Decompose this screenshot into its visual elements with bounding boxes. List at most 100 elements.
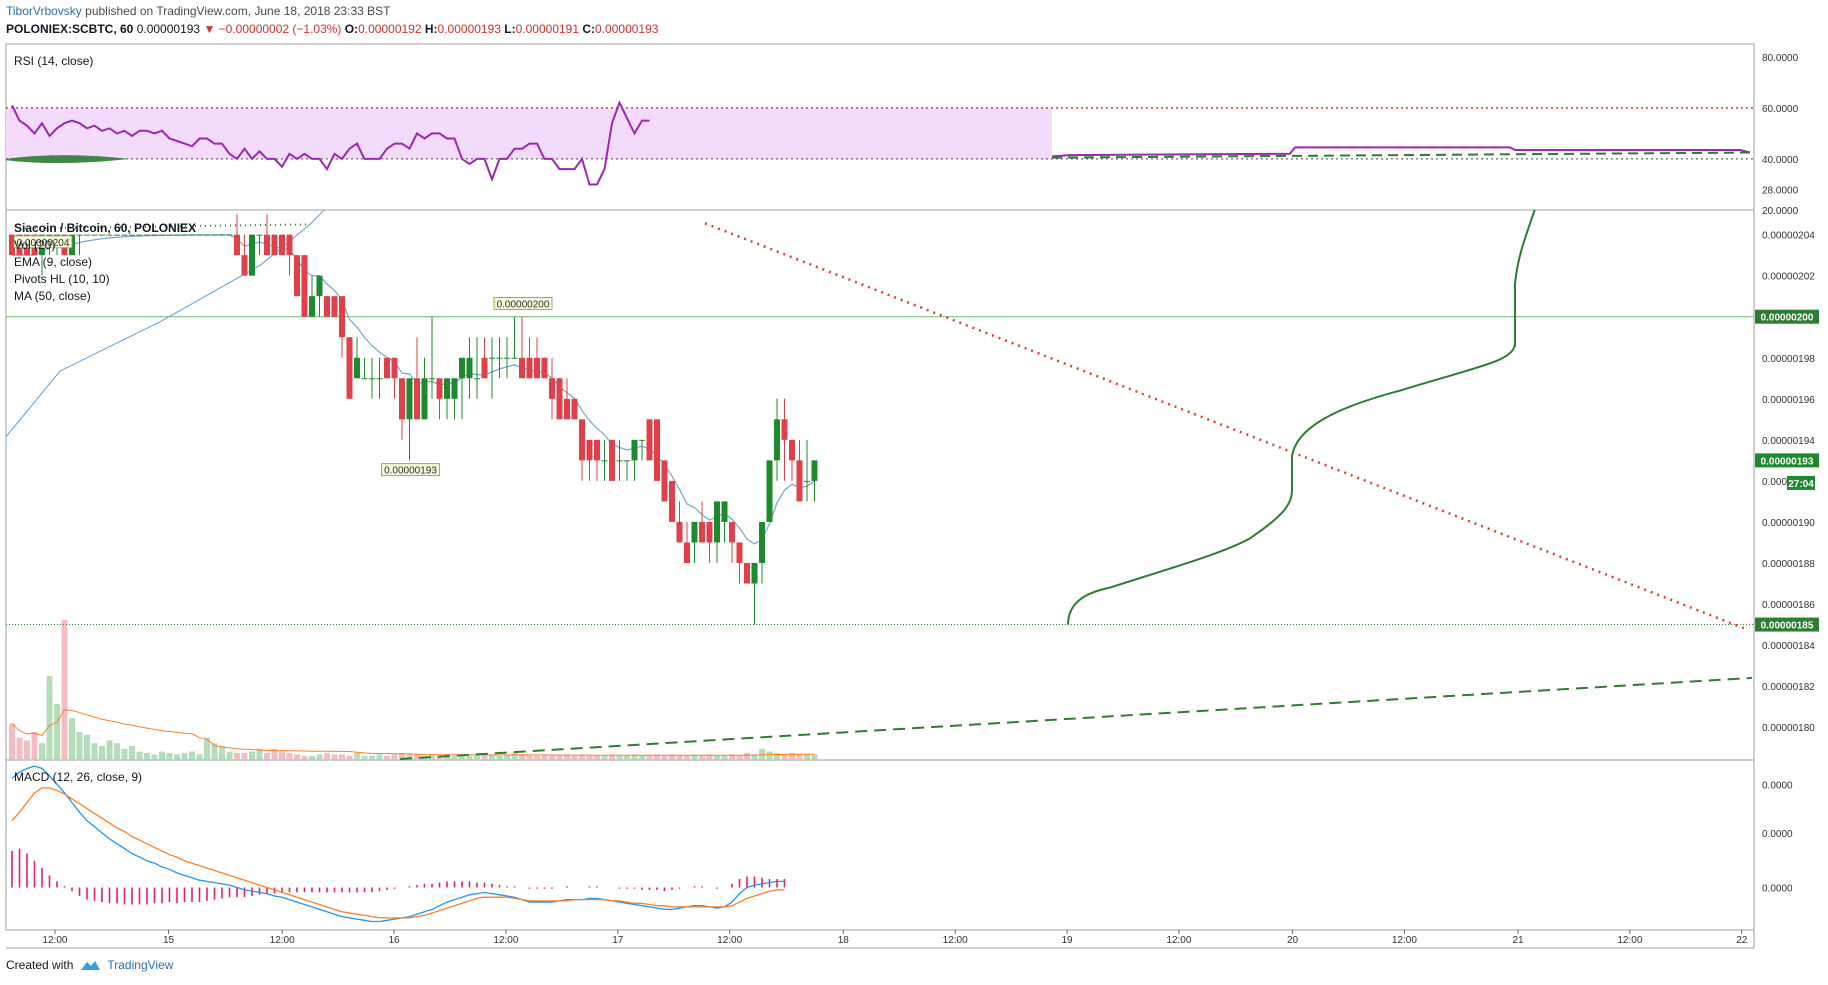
candle-body xyxy=(564,398,570,420)
candle-body xyxy=(504,357,510,359)
volume-bar xyxy=(309,755,315,760)
candle-body xyxy=(714,501,720,543)
volume-bar xyxy=(624,755,630,760)
volume-bar xyxy=(31,732,38,760)
time-tick-label: 16 xyxy=(388,935,400,946)
volume-bar xyxy=(324,753,330,760)
candle-body xyxy=(721,501,728,522)
candle-body xyxy=(609,439,615,481)
candle-body xyxy=(669,480,675,522)
price-tick-label: 0.00000184 xyxy=(1762,641,1815,652)
candle-body xyxy=(339,296,345,338)
candle-body xyxy=(646,419,653,461)
price-panel[interactable]: 0.000002040.000001930.00000200 xyxy=(6,194,1754,760)
volume-bar xyxy=(346,755,353,760)
candle-body xyxy=(684,542,690,563)
volume-bar xyxy=(91,743,98,760)
volume-bar xyxy=(481,755,488,760)
rsi-panel[interactable] xyxy=(6,100,1754,186)
candle-body xyxy=(369,378,375,380)
macd-line xyxy=(11,765,785,923)
candle-body xyxy=(579,419,585,461)
volume-bar xyxy=(616,755,623,760)
price-tick-label: 0.00000194 xyxy=(1762,436,1815,447)
candle-body xyxy=(601,460,608,462)
candle-body xyxy=(211,234,218,236)
volume-bar xyxy=(594,755,600,760)
time-tick-label: 12:00 xyxy=(1392,935,1417,946)
volume-bar xyxy=(234,753,240,760)
volume-bar xyxy=(114,743,120,760)
macd-panel[interactable] xyxy=(11,765,786,923)
candle-body xyxy=(399,378,405,420)
candle-body xyxy=(241,255,248,276)
tradingview-brand[interactable]: TradingView xyxy=(107,958,173,972)
rsi-extension-line xyxy=(1051,146,1751,158)
projection-curve xyxy=(1067,210,1536,625)
candle-body xyxy=(309,296,315,317)
volume-bar xyxy=(16,737,23,760)
volume-bar xyxy=(354,753,360,760)
volume-bar xyxy=(766,751,773,760)
volume-bar xyxy=(676,755,683,760)
volume-bar xyxy=(264,753,270,760)
volume-bar xyxy=(294,754,300,760)
candle-body xyxy=(534,357,540,379)
pivot-label: 0.00000200 xyxy=(497,299,550,310)
panel-frame-2 xyxy=(5,759,1755,931)
rsi-tick-label: 28.0000 xyxy=(1762,186,1799,197)
volume-bar xyxy=(391,754,398,760)
volume-bar xyxy=(586,755,593,760)
volume-bar xyxy=(196,754,203,760)
volume-bar xyxy=(136,751,143,760)
volume-bar xyxy=(466,755,473,760)
candle-body xyxy=(594,439,600,461)
price-tick-label: 0.00000198 xyxy=(1762,354,1815,365)
candle-body xyxy=(421,378,428,420)
price-tick-label: 0.00000182 xyxy=(1762,682,1815,693)
volume-bar xyxy=(99,746,105,760)
ema-line xyxy=(12,234,815,545)
candle-body xyxy=(511,357,518,359)
volume-bar xyxy=(61,620,68,760)
candle-body xyxy=(489,357,495,359)
time-tick-label: 21 xyxy=(1512,935,1524,946)
rising-trendline xyxy=(399,676,1753,760)
volume-bar xyxy=(511,753,518,760)
rsi-tick-label: 60.0000 xyxy=(1762,104,1799,115)
candle-body xyxy=(744,562,750,584)
candle-body xyxy=(294,255,300,297)
candle-body xyxy=(691,521,698,543)
volume-bar xyxy=(331,754,338,760)
time-tick-label: 12:00 xyxy=(493,935,518,946)
volume-bar xyxy=(639,755,645,760)
rsi-tick-label: 20.0000 xyxy=(1762,206,1799,217)
time-tick-label: 12:00 xyxy=(943,935,968,946)
price-badge-label: 0.00000185 xyxy=(1761,621,1814,632)
volume-bar xyxy=(549,755,555,760)
volume-bar xyxy=(534,755,540,760)
volume-bar xyxy=(24,740,30,760)
volume-bar xyxy=(151,754,158,760)
price-tick-label: 0.00000204 xyxy=(1762,231,1815,242)
price-axis[interactable]: 80.0000 60.0000 40.0000 28.0000 20.0000 0.000… xyxy=(1755,53,1819,895)
volume-bar xyxy=(384,755,390,760)
candle-body xyxy=(234,234,240,256)
time-axis[interactable]: 12:00 15 12:00 16 12:00 17 12:00 18 12:00 19 12:00… xyxy=(42,930,1748,946)
volume-bar xyxy=(684,755,690,760)
candle-body xyxy=(811,460,818,481)
price-tick-label: 0.00000196 xyxy=(1762,395,1815,406)
candle-body xyxy=(459,357,465,379)
candle-body xyxy=(196,234,203,236)
price-badge-label: 27:04 xyxy=(1788,479,1814,490)
candle-body xyxy=(346,337,353,399)
volume-bar xyxy=(556,755,563,760)
volume-bar xyxy=(121,748,128,760)
price-plot-area: 0.000002040.000001930.00000200 xyxy=(6,210,1754,760)
volume-bar xyxy=(76,732,83,760)
volume-bar xyxy=(369,755,375,760)
volume-bar xyxy=(781,754,788,760)
volume-bar xyxy=(646,755,653,760)
price-tick-label: 0.00000186 xyxy=(1762,600,1815,611)
chart-canvas[interactable]: 0.00000204 0.00000193 0.00000200 80.0000 60… xyxy=(0,0,1828,985)
